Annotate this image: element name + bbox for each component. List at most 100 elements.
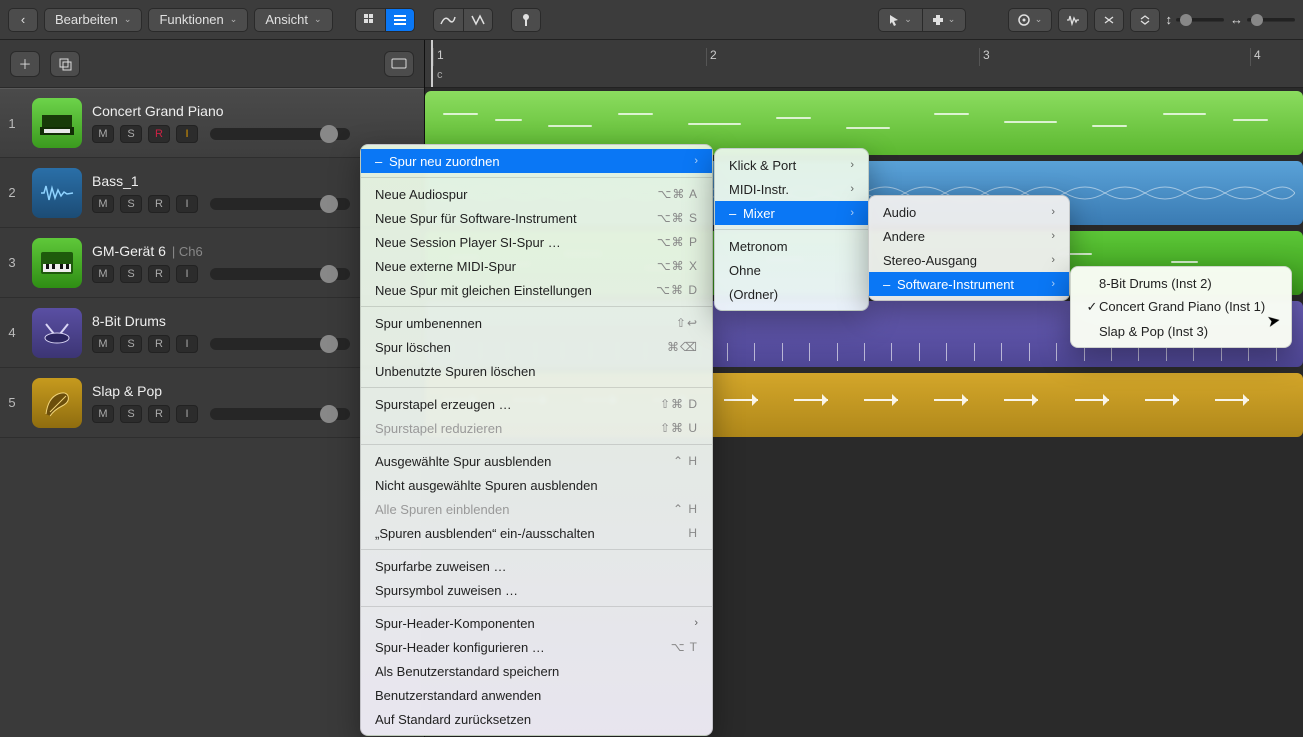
menu-delete-track[interactable]: Spur löschen⌘⌫ — [361, 335, 712, 359]
grid-view-button[interactable] — [355, 8, 385, 32]
menu-hide-unselected[interactable]: Nicht ausgewählte Spuren ausblenden — [361, 473, 712, 497]
menu-new-sw-instrument[interactable]: Neue Spur für Software-Instrument⌥⌘ S — [361, 206, 712, 230]
edit-menu[interactable]: Bearbeiten⌄ — [44, 8, 142, 32]
record-button[interactable]: R — [148, 335, 170, 353]
menu-none[interactable]: Ohne — [715, 258, 868, 282]
marquee-tool[interactable]: ⌄ — [922, 8, 966, 32]
volume-slider[interactable] — [210, 408, 350, 420]
track-name-label: Slap & Pop — [92, 383, 162, 399]
add-track-button[interactable]: ＋ — [10, 51, 40, 77]
menu-new-session-player[interactable]: Neue Session Player SI-Spur …⌥⌘ P — [361, 230, 712, 254]
automation-button[interactable] — [433, 8, 463, 32]
menu-create-stack[interactable]: Spurstapel erzeugen …⇧⌘ D — [361, 392, 712, 416]
menu-toggle-hide[interactable]: „Spuren ausblenden“ ein-/ausschaltenH — [361, 521, 712, 545]
input-button[interactable]: I — [176, 265, 198, 283]
track-icon[interactable] — [32, 238, 82, 288]
flex-icon — [470, 14, 486, 26]
menu-other[interactable]: Andere› — [869, 224, 1069, 248]
reassign-submenu: Klick & Port› MIDI-Instr.› –Mixer› Metro… — [714, 148, 869, 311]
solo-button[interactable]: S — [120, 195, 142, 213]
menu-rename-track[interactable]: Spur umbenennen⇧↩ — [361, 311, 712, 335]
menu-reset-default[interactable]: Auf Standard zurücksetzen — [361, 707, 712, 731]
menu-new-same-settings[interactable]: Neue Spur mit gleichen Einstellungen⌥⌘ D — [361, 278, 712, 302]
menu-midi-instr[interactable]: MIDI-Instr.› — [715, 177, 868, 201]
menu-hide-selected[interactable]: Ausgewählte Spur ausblenden⌃ H — [361, 449, 712, 473]
volume-slider[interactable] — [210, 128, 350, 140]
tool-segment: ⌄ ⌄ — [878, 8, 966, 32]
editor-segment — [433, 8, 493, 32]
vslider-icon: ↕ — [1166, 12, 1173, 27]
menu-track-symbol[interactable]: Spursymbol zuweisen … — [361, 578, 712, 602]
track-number: 2 — [2, 185, 22, 200]
snap-menu[interactable]: ⌄ — [1008, 8, 1052, 32]
volume-slider[interactable] — [210, 198, 350, 210]
menu-metronome[interactable]: Metronom — [715, 234, 868, 258]
menu-delete-unused[interactable]: Unbenutzte Spuren löschen — [361, 359, 712, 383]
input-button[interactable]: I — [176, 335, 198, 353]
mute-button[interactable]: M — [92, 265, 114, 283]
menu-track-color[interactable]: Spurfarbe zuweisen … — [361, 554, 712, 578]
track-icon[interactable] — [32, 378, 82, 428]
horizontal-zoom-slider[interactable]: ↔ — [1230, 12, 1295, 27]
solo-button[interactable]: S — [120, 265, 142, 283]
catch-button[interactable] — [511, 8, 541, 32]
mute-button[interactable]: M — [92, 195, 114, 213]
menu-folder[interactable]: (Ordner) — [715, 282, 868, 306]
duplicate-track-button[interactable] — [50, 51, 80, 77]
vzoom-in[interactable] — [1130, 8, 1160, 32]
menu-stereo-out[interactable]: Stereo-Ausgang› — [869, 248, 1069, 272]
record-button[interactable]: R — [148, 195, 170, 213]
record-button[interactable]: R — [148, 265, 170, 283]
menu-new-ext-midi[interactable]: Neue externe MIDI-Spur⌥⌘ X — [361, 254, 712, 278]
menu-save-default[interactable]: Als Benutzerstandard speichern — [361, 659, 712, 683]
flex-button[interactable] — [463, 8, 493, 32]
pointer-tool[interactable]: ⌄ — [878, 8, 922, 32]
volume-slider[interactable] — [210, 268, 350, 280]
playhead[interactable] — [431, 40, 433, 87]
back-button[interactable]: ‹ — [8, 8, 38, 32]
solo-button[interactable]: S — [120, 405, 142, 423]
track-icon[interactable] — [32, 308, 82, 358]
view-menu[interactable]: Ansicht⌄ — [254, 8, 332, 32]
record-button[interactable]: R — [148, 125, 170, 143]
input-button[interactable]: I — [176, 405, 198, 423]
pin-icon — [520, 13, 532, 27]
menu-mixer[interactable]: –Mixer› — [715, 201, 868, 225]
list-view-button[interactable] — [385, 8, 415, 32]
input-button[interactable]: I — [176, 125, 198, 143]
ruler[interactable]: 1 2 3 4 c — [425, 40, 1303, 88]
mute-button[interactable]: M — [92, 405, 114, 423]
mute-button[interactable]: M — [92, 335, 114, 353]
track-name-label: Bass_1 — [92, 173, 139, 189]
record-button[interactable]: R — [148, 405, 170, 423]
menu-klick-port[interactable]: Klick & Port› — [715, 153, 868, 177]
hslider-icon: ↔ — [1230, 12, 1243, 27]
waveform-icon — [1066, 14, 1080, 26]
vertical-zoom-slider[interactable]: ↕ — [1166, 12, 1225, 27]
menu-sw-instrument[interactable]: –Software-Instrument› — [869, 272, 1069, 296]
expand-icon — [1139, 14, 1151, 26]
solo-button[interactable]: S — [120, 335, 142, 353]
functions-menu[interactable]: Funktionen⌄ — [148, 8, 248, 32]
solo-button[interactable]: S — [120, 125, 142, 143]
menu-audio[interactable]: Audio› — [869, 200, 1069, 224]
input-button[interactable]: I — [176, 195, 198, 213]
plus-icon: ＋ — [18, 54, 31, 73]
waveform-zoom[interactable] — [1058, 8, 1088, 32]
track-panel-header: ＋ — [0, 40, 424, 88]
menu-header-configure[interactable]: Spur-Header konfigurieren …⌥ T — [361, 635, 712, 659]
menu-inst-slap[interactable]: Slap & Pop (Inst 3) — [1071, 319, 1291, 343]
menu-inst-8bit[interactable]: 8-Bit Drums (Inst 2) — [1071, 271, 1291, 295]
track-icon[interactable] — [32, 98, 82, 148]
track-icon[interactable] — [32, 168, 82, 218]
menu-inst-concert[interactable]: ✓Concert Grand Piano (Inst 1) — [1071, 295, 1291, 319]
menu-reassign-track[interactable]: –Spur neu zuordnen› — [361, 149, 712, 173]
volume-slider[interactable] — [210, 338, 350, 350]
menu-apply-default[interactable]: Benutzerstandard anwenden — [361, 683, 712, 707]
ruler-bar-1: 1 — [437, 48, 444, 62]
menu-new-audio[interactable]: Neue Audiospur⌥⌘ A — [361, 182, 712, 206]
menu-header-components[interactable]: Spur-Header-Komponenten› — [361, 611, 712, 635]
global-tracks-button[interactable] — [384, 51, 414, 77]
vzoom-out[interactable] — [1094, 8, 1124, 32]
mute-button[interactable]: M — [92, 125, 114, 143]
